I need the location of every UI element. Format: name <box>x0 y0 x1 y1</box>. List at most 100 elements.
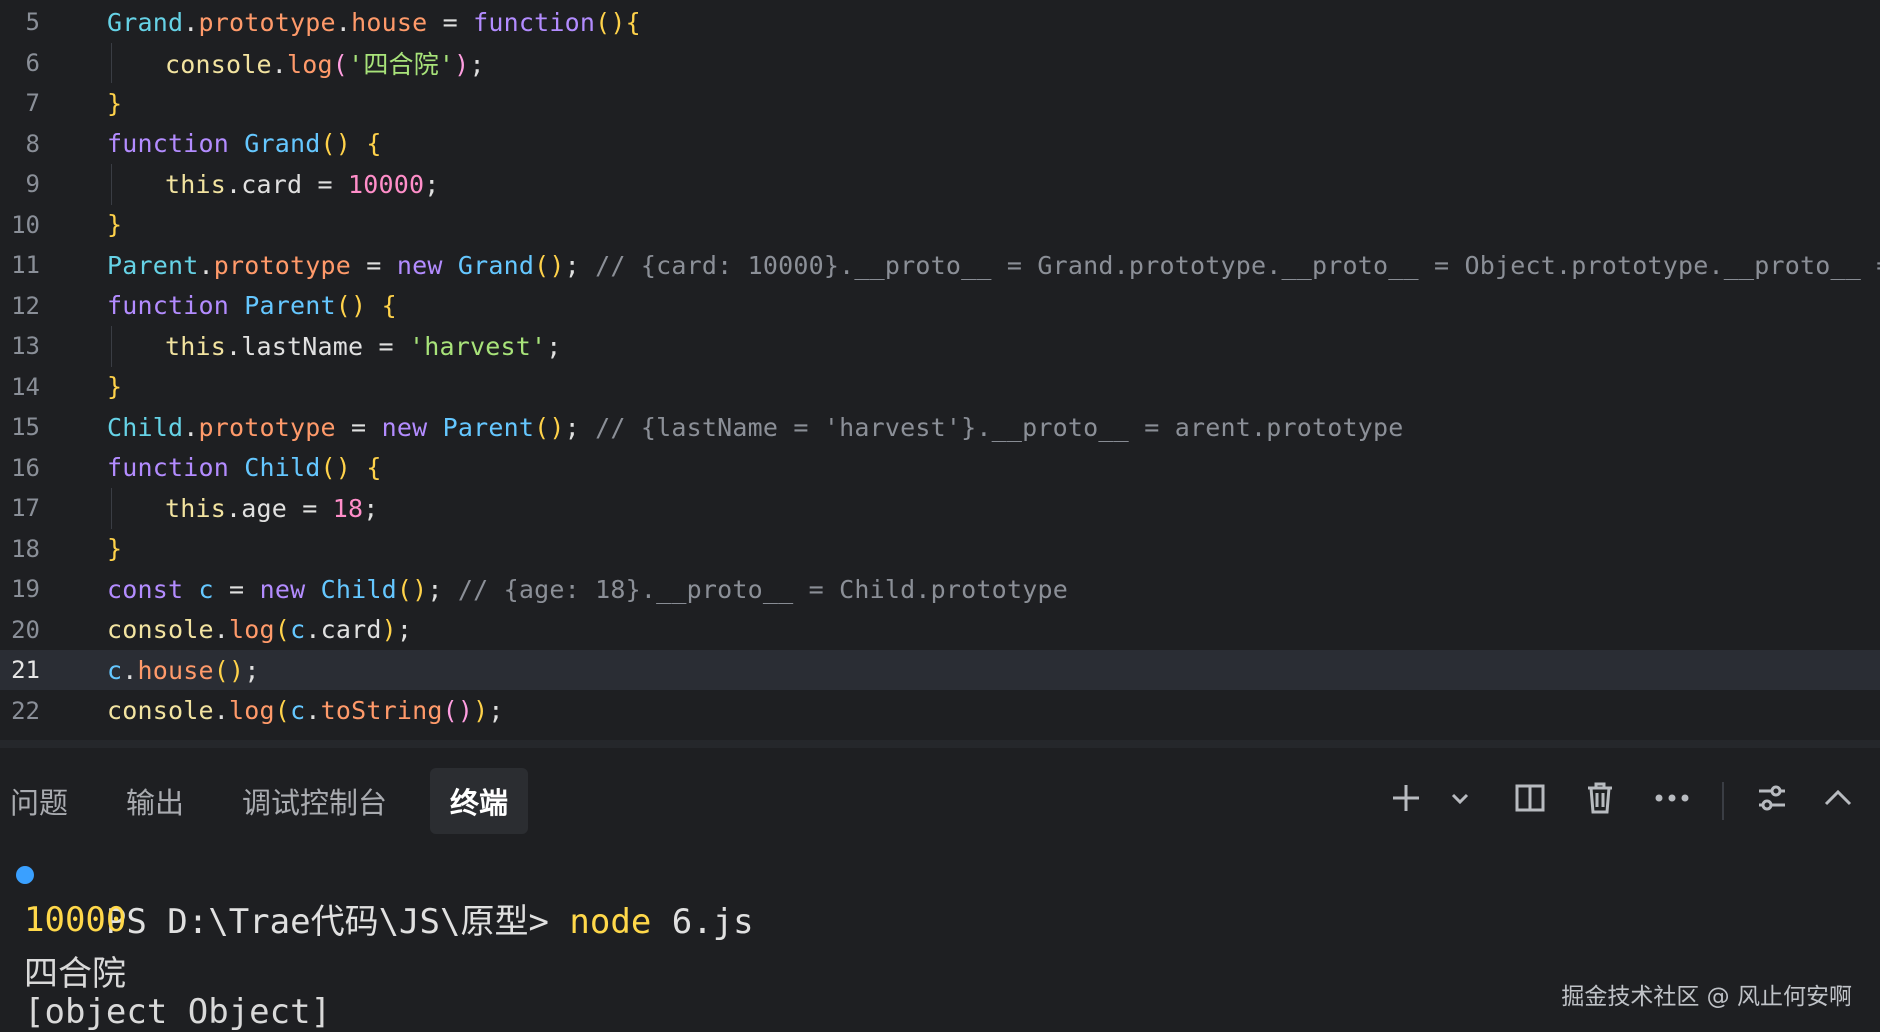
chevron-down-icon[interactable] <box>1440 778 1480 818</box>
code-line[interactable]: 7} <box>0 83 1880 123</box>
code-token: () <box>320 453 352 482</box>
code-token: Grand <box>457 250 535 280</box>
code-line[interactable]: 9 this.card = 10000; <box>0 164 1880 204</box>
code-text[interactable]: this.card = 10000; <box>107 170 440 199</box>
code-token: ) <box>473 696 489 725</box>
code-text[interactable]: Child.prototype = new Parent(); // {last… <box>107 413 1403 442</box>
code-text[interactable]: } <box>107 534 122 563</box>
code-line[interactable]: 10} <box>0 205 1880 245</box>
settings-sliders-icon[interactable] <box>1752 778 1792 818</box>
code-text[interactable]: function Parent() { <box>107 291 397 320</box>
code-token: toString <box>320 696 443 725</box>
code-token: . <box>183 7 199 37</box>
toolbar-separator <box>1722 782 1724 820</box>
code-token: ( <box>332 49 349 79</box>
code-line[interactable]: 22 console.log(c.toString()); <box>0 691 1880 731</box>
code-token: // {age: 18}.__proto__ = Child.prototype <box>442 574 1068 604</box>
code-editor[interactable]: 5 Grand.prototype.house = function(){6 con… <box>0 0 1880 740</box>
code-token: .card = <box>226 169 349 199</box>
panel-divider[interactable] <box>0 740 1880 748</box>
code-text[interactable]: Parent.prototype = new Grand(); // {card… <box>107 251 1880 280</box>
code-token: . <box>213 615 230 644</box>
code-token: . <box>305 696 321 725</box>
code-token: . <box>122 655 138 685</box>
code-text[interactable]: this.age = 18; <box>107 494 379 523</box>
code-line[interactable]: 14} <box>0 367 1880 407</box>
terminal-argument: 6.js <box>651 902 754 942</box>
code-token: } <box>107 372 123 401</box>
chevron-up-icon[interactable] <box>1818 778 1858 818</box>
code-text[interactable]: console.log(c.card); <box>107 615 412 644</box>
code-token: prototype <box>213 250 352 280</box>
code-token: { <box>366 453 382 482</box>
code-text[interactable]: } <box>107 372 122 401</box>
code-line[interactable]: 13 this.lastName = 'harvest'; <box>0 326 1880 366</box>
code-token: console <box>165 49 272 79</box>
code-line[interactable]: 6 console.log('四合院'); <box>0 43 1880 83</box>
code-text[interactable]: } <box>107 89 122 118</box>
code-text[interactable]: c.house(); <box>107 656 260 685</box>
indent-guide <box>111 326 112 367</box>
code-line[interactable]: 19 const c = new Child(); // {age: 18}.__… <box>0 569 1880 609</box>
code-token: this <box>165 169 227 199</box>
code-line[interactable]: 16 function Child() { <box>0 448 1880 488</box>
code-token: ; <box>424 169 440 199</box>
tab-debug-console[interactable]: 调试控制台 <box>242 768 387 834</box>
panel-header: 问题 输出 调试控制台 终端 <box>0 760 1880 842</box>
code-token: { <box>366 129 382 158</box>
code-line[interactable]: 8 function Grand() { <box>0 124 1880 164</box>
code-text[interactable]: const c = new Child(); // {age: 18}.__pr… <box>107 575 1068 604</box>
code-line[interactable]: 12 function Parent() { <box>0 286 1880 326</box>
plus-icon[interactable] <box>1386 778 1426 818</box>
code-token: { <box>381 291 397 320</box>
code-text[interactable]: console.log(c.toString()); <box>107 696 504 725</box>
tab-problems[interactable]: 问题 <box>10 768 68 834</box>
code-text[interactable]: console.log('四合院'); <box>107 45 485 81</box>
code-token: log <box>229 615 275 644</box>
code-token: function <box>107 129 230 158</box>
line-number: 11 <box>11 251 40 279</box>
code-text[interactable]: } <box>107 210 122 239</box>
code-token: . <box>198 250 214 280</box>
code-line[interactable]: 5 Grand.prototype.house = function(){ <box>0 2 1880 42</box>
code-token: house <box>351 7 428 37</box>
code-token: () <box>534 412 565 442</box>
code-line[interactable]: 17 this.age = 18; <box>0 488 1880 528</box>
code-text[interactable]: Grand.prototype.house = function(){ <box>107 8 641 37</box>
indent-guide <box>111 164 112 205</box>
code-token: '四合院' <box>348 49 455 79</box>
code-token: new <box>381 412 428 442</box>
code-text[interactable]: function Child() { <box>107 453 382 482</box>
code-line[interactable]: 11 Parent.prototype = new Grand(); // {ca… <box>0 245 1880 285</box>
code-token: Parent <box>107 250 199 280</box>
command-status-dot[interactable] <box>16 866 34 884</box>
code-token: ; <box>244 655 260 685</box>
line-number: 14 <box>11 372 40 401</box>
terminal-prompt-line: PS D:\Trae代码\JS\原型> node 6.js <box>16 854 754 983</box>
code-line[interactable]: 15 Child.prototype = new Parent(); // {la… <box>0 407 1880 447</box>
line-number: 21 <box>11 656 40 684</box>
code-token: new <box>396 250 443 280</box>
line-number: 13 <box>11 332 40 360</box>
code-token: ; <box>427 574 443 604</box>
terminal-output-line: [object Object] <box>24 992 332 1032</box>
tab-output[interactable]: 输出 <box>126 768 184 834</box>
split-terminal-icon[interactable] <box>1510 778 1550 818</box>
code-text[interactable]: function Grand() { <box>107 129 382 158</box>
code-token: const <box>107 574 184 604</box>
tab-terminal[interactable]: 终端 <box>430 768 529 834</box>
code-line[interactable]: 18} <box>0 529 1880 569</box>
code-token: (){ <box>595 7 641 37</box>
trash-icon[interactable] <box>1580 778 1620 818</box>
code-token: Child <box>244 453 321 482</box>
code-line[interactable]: 20 console.log(c.card); <box>0 610 1880 650</box>
code-token: ) <box>454 49 470 79</box>
more-icon[interactable] <box>1652 778 1692 818</box>
code-text[interactable]: this.lastName = 'harvest'; <box>107 332 562 361</box>
code-token: ; <box>469 49 485 79</box>
code-token: Parent <box>244 291 336 320</box>
code-token: .lastName = <box>226 331 410 361</box>
code-line[interactable]: 21 c.house(); <box>0 650 1880 690</box>
watermark: 掘金技术社区 @ 风止何安啊 <box>1561 984 1852 1010</box>
